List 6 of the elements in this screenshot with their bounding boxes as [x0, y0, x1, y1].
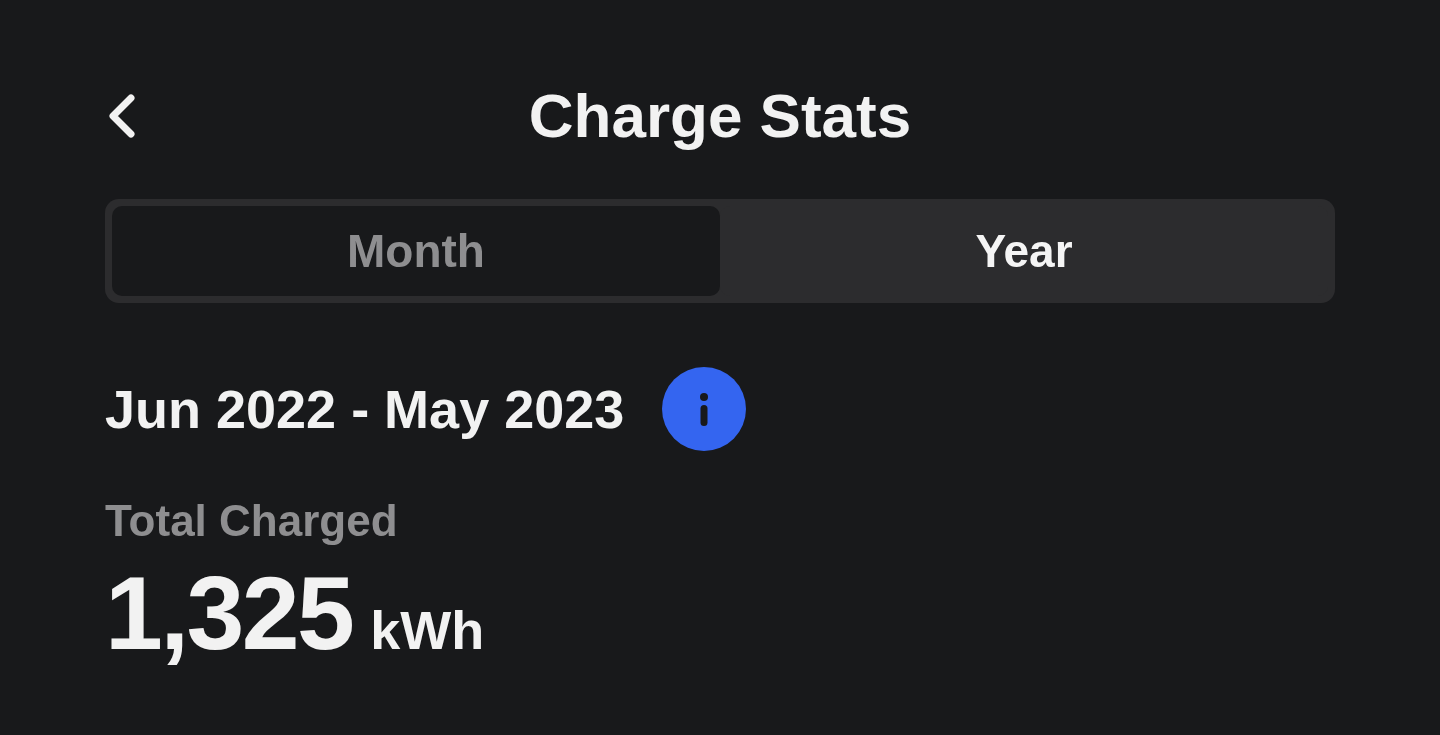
info-icon	[698, 392, 711, 426]
total-value: 1,325	[105, 561, 353, 665]
chevron-left-icon	[107, 94, 137, 138]
segment-tab[interactable]: Month	[112, 206, 720, 296]
total-unit: kWh	[370, 603, 485, 657]
total-label: Total Charged	[105, 499, 399, 543]
